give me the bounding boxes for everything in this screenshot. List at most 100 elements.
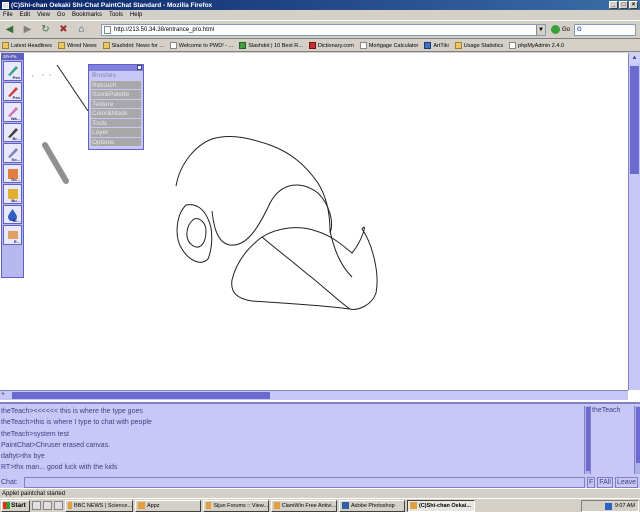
photoshop-icon [342,502,349,509]
bookmark-slashdot-best[interactable]: Slashdot | 10 Best R... [239,42,303,49]
palette-header[interactable] [89,65,143,71]
task-bbc-news[interactable]: BBC NEWS | Science... [65,499,133,512]
search-input[interactable]: G [574,24,636,36]
tool-panel: Shi-Pa Pen Pen Wa... Br... So... Do... B… [1,53,24,278]
address-url: http://213.50.34.38/entrance_pro.html [114,27,215,33]
bookmark-dictionary[interactable]: Dictionary.com [308,42,354,49]
quicklaunch-browser-icon[interactable] [43,501,52,510]
google-search-icon: G [577,27,582,33]
bookmark-mortgage[interactable]: Mortgage Calculator [359,42,418,49]
navigation-toolbar: ◀ ▶ ↻ ✖ ⌂ http://213.50.34.38/entrance_p… [0,20,640,39]
leave-button[interactable]: Leave [614,476,639,488]
palette-item-texture[interactable]: Texture [91,99,141,109]
chat-input[interactable] [24,476,585,488]
home-button[interactable]: ⌂ [74,22,89,37]
stats-icon [454,42,462,49]
clock: 9:07 AM [614,503,635,509]
vertical-scroll-thumb[interactable] [630,66,639,174]
task-adobe-photoshop[interactable]: Adobe Photoshop [339,499,405,512]
menu-go[interactable]: Go [57,12,65,18]
user-list-item[interactable]: theTeach [592,407,634,414]
menu-file[interactable]: File [3,12,13,18]
scroll-up-arrow-icon[interactable]: ▲ [629,53,640,63]
tool-label: Bu... [11,197,20,203]
firefox-icon [2,1,9,9]
windows-taskbar: Start BBC NEWS | Science... Appz Sijun F… [0,498,640,512]
firefox-icon [410,502,417,509]
bookmark-label: phpMyAdmin 2.4.0 [518,42,565,49]
tool-blur[interactable]: Bl... [3,204,22,224]
minimize-button[interactable]: _ [609,1,618,9]
close-button[interactable]: × [629,1,638,9]
palette-menu: Brushes Retouch Size&Palette Texture Col… [88,64,144,150]
menu-help[interactable]: Help [130,12,142,18]
fall-button[interactable]: FAll [597,476,613,488]
quicklaunch-desktop-icon[interactable] [32,501,41,510]
bookmark-label: Slashdot | 10 Best R... [248,42,303,49]
forward-button[interactable]: ▶ [20,22,35,37]
palette-item-options[interactable]: Options [91,137,141,147]
folder-icon [57,42,65,49]
address-bar[interactable]: http://213.50.34.38/entrance_pro.html ▼ [101,24,546,36]
user-list: theTeach [590,406,634,474]
tool-brush[interactable]: Br... [3,122,22,142]
user-list-scrollbar[interactable] [634,406,640,474]
quicklaunch-app-icon[interactable] [54,501,63,510]
tool-burn[interactable]: Bu... [3,184,22,204]
palette-item-retouch[interactable]: Retouch [91,80,141,90]
bookmark-label: Dictionary.com [317,42,354,49]
menu-bookmarks[interactable]: Bookmarks [72,12,102,18]
bookmark-usage-stats[interactable]: Usage Statistics [454,42,503,49]
network-icon[interactable] [604,502,612,510]
palette-item-tools[interactable]: Tools [91,118,141,128]
bookmark-arttiki[interactable]: ArtTiki [424,42,449,49]
palette-close-icon[interactable] [137,65,142,70]
tool-pencil[interactable]: Pen [3,81,22,101]
maximize-button[interactable]: □ [619,1,628,9]
palette-item-layer[interactable]: Layer [91,128,141,138]
scroll-left-arrow-icon[interactable]: + [1,391,5,398]
bookmark-wired-news[interactable]: Wired News [57,42,97,49]
palette-item-color-mask[interactable]: Color&Mask [91,109,141,119]
user-scroll-thumb[interactable] [636,407,640,463]
menu-view[interactable]: View [37,12,50,18]
stroke-loop-inner [186,218,207,248]
canvas-horizontal-scrollbar[interactable]: + [0,390,628,400]
tool-dodge[interactable]: Do... [3,163,22,183]
brush-preview-stroke [42,142,69,184]
chat-input-label: Chat: [1,478,18,486]
task-appz[interactable]: Appz [135,499,201,512]
palette-item-brushes[interactable]: Brushes [91,71,141,81]
tool-pen[interactable]: Pen [3,61,22,81]
stop-button[interactable]: ✖ [56,22,71,37]
canvas-vertical-scrollbar[interactable]: ▲ [628,53,640,390]
home-icon: ⌂ [78,24,85,35]
status-bar: Applet paintchat started [0,488,640,498]
task-sijun-forums[interactable]: Sijun Forums :: View... [203,499,269,512]
bookmark-slashdot[interactable]: Slashdot: News for ... [102,42,164,49]
reload-button[interactable]: ↻ [38,22,53,37]
go-button[interactable]: Go [551,25,570,34]
tool-panel-header: Shi-Pa [2,54,23,60]
task-shi-chan-oekaki[interactable]: (C)Shi-chan Oekai... [407,499,475,512]
f-button[interactable]: F [587,476,596,488]
bookmark-latest-headlines[interactable]: Latest Headlines [2,42,52,49]
tool-water[interactable]: Wa... [3,102,22,122]
address-dropdown-button[interactable]: ▼ [536,25,545,35]
canvas-dot [42,74,44,76]
tool-soft[interactable]: So... [3,143,22,163]
drawing-canvas[interactable]: Shi-Pa Pen Pen Wa... Br... So... Do... B… [0,53,628,390]
bookmark-pwd[interactable]: Welcome to PWD! - ... [169,42,233,49]
task-clamwin[interactable]: ClamWin Free Antivi... [271,499,337,512]
bookmark-phpmyadmin[interactable]: phpMyAdmin 2.4.0 [509,42,564,49]
menu-tools[interactable]: Tools [109,12,123,18]
palette-item-size-palette[interactable]: Size&Palette [91,90,141,100]
tool-eraser[interactable]: E... [3,225,22,245]
back-button[interactable]: ◀ [2,22,17,37]
page-icon [104,26,111,34]
menu-edit[interactable]: Edit [20,12,30,18]
start-button[interactable]: Start [1,499,30,512]
bookmark-label: ArtTiki [433,42,449,49]
horizontal-scroll-thumb[interactable] [12,392,270,399]
title-bar: (C)Shi-chan Oekaki Shi-Chat PaintChat St… [0,0,640,10]
